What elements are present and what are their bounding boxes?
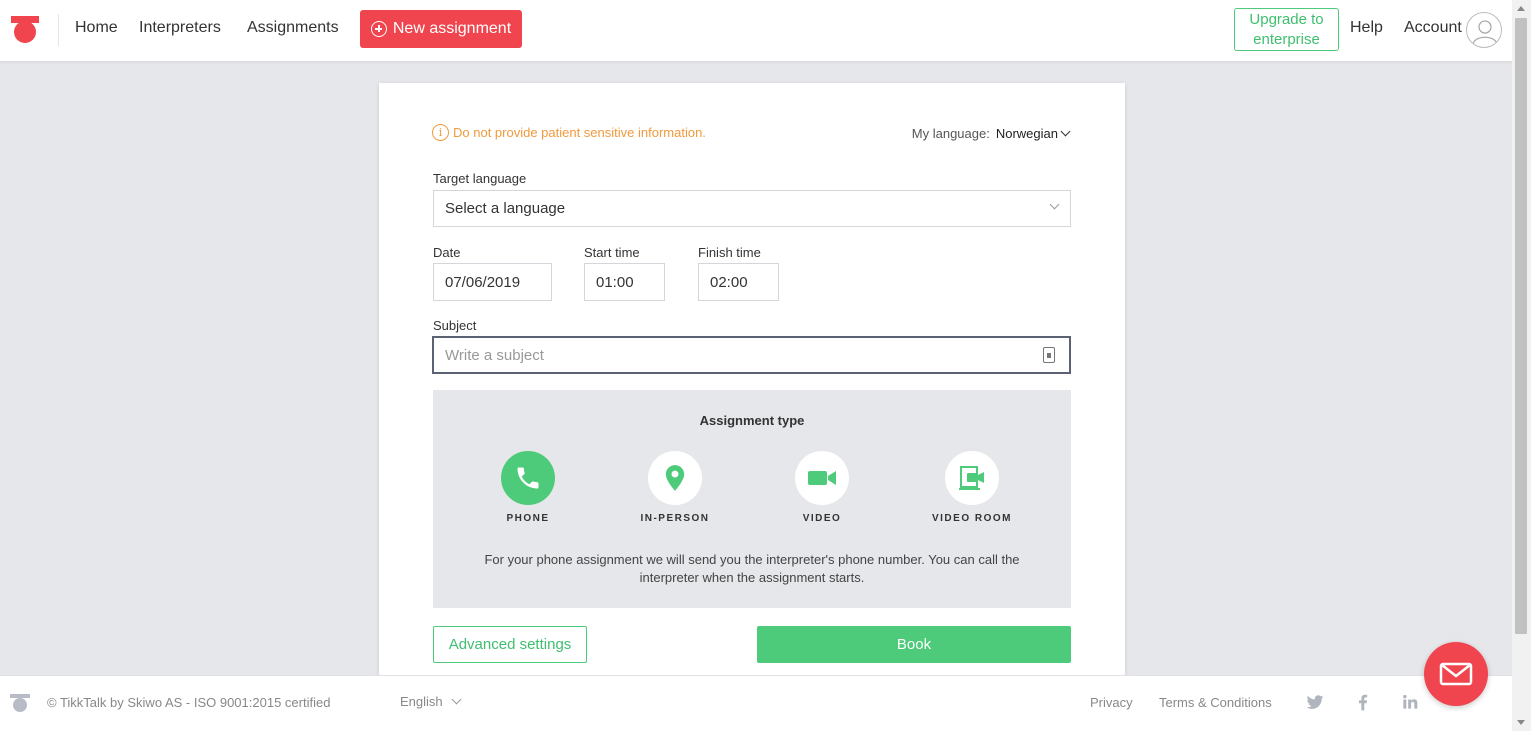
nav-assignments[interactable]: Assignments [247,19,339,37]
subject-input[interactable]: Write a subject [432,336,1071,374]
upgrade-to-enterprise-button[interactable]: Upgrade to enterprise [1234,8,1339,51]
assignment-type-panel: Assignment type PHONE IN-PERSON VIDEO VI… [433,390,1071,608]
target-language-value: Select a language [445,200,566,217]
contact-mail-button[interactable] [1424,642,1488,706]
phone-icon [501,451,555,505]
date-label: Date [433,245,461,260]
my-language-value: Norwegian [995,126,1058,141]
user-icon [1472,20,1498,45]
video-room-icon [945,451,999,505]
book-button[interactable]: Book [757,626,1071,663]
finish-time-field[interactable]: 02:00 [698,263,779,301]
footer-language-value: English [400,694,443,709]
start-time-value: 01:00 [596,273,634,291]
start-time-label: Start time [584,245,640,260]
assignment-form-card: i Do not provide patient sensitive infor… [379,83,1125,703]
description-line2: interpreter when the assignment starts. [639,570,865,585]
assignment-type-video[interactable]: VIDEO [762,451,882,524]
nav-account[interactable]: Account [1404,19,1462,37]
tikktalk-logo[interactable] [9,14,41,46]
finish-time-label: Finish time [698,245,761,260]
twitter-icon[interactable] [1305,692,1325,712]
plus-circle-icon [370,21,387,37]
assignment-type-video-room[interactable]: VIDEO ROOM [912,451,1032,524]
assignment-type-description: For your phone assignment we will send y… [453,551,1051,587]
account-avatar[interactable] [1466,12,1502,48]
subject-placeholder: Write a subject [445,346,544,364]
target-language-select[interactable]: Select a language [433,190,1071,227]
target-language-label: Target language [433,171,527,186]
footer-language-selector[interactable]: English [400,694,462,709]
footer-copyright: © TikkTalk by Skiwo AS - ISO 9001:2015 c… [47,695,331,710]
upgrade-label-line1: Upgrade to [1249,11,1324,28]
patient-info-warning: i Do not provide patient sensitive infor… [432,124,706,141]
location-pin-icon [648,451,702,505]
nav-help[interactable]: Help [1350,19,1383,37]
scroll-thumb[interactable] [1515,18,1527,634]
warning-text: Do not provide patient sensitive informa… [453,125,706,140]
new-assignment-label: New assignment [392,20,512,37]
tikktalk-footer-logo [10,694,30,712]
assignment-type-title: Assignment type [699,413,805,428]
video-room-label: VIDEO ROOM [931,513,1012,524]
assignment-type-in-person[interactable]: IN-PERSON [615,451,735,524]
chevron-down-icon [1060,126,1071,137]
subject-label: Subject [433,318,477,333]
description-line1: For your phone assignment we will send y… [484,552,1020,567]
upgrade-label-line2: enterprise [1253,31,1320,48]
clipboard-icon[interactable] [1043,347,1055,363]
video-camera-icon [795,451,849,505]
top-navigation: Home Interpreters Assignments New assign… [0,0,1512,62]
nav-divider [58,14,59,46]
scroll-up-arrow-icon[interactable] [1517,6,1525,11]
nav-interpreters[interactable]: Interpreters [139,19,221,37]
assignment-type-phone[interactable]: PHONE [468,451,588,524]
my-language-label: My language: [911,126,990,141]
scroll-down-arrow-icon[interactable] [1517,720,1525,725]
mail-icon [1439,662,1473,686]
advanced-settings-button[interactable]: Advanced settings [433,626,587,663]
page-footer: © TikkTalk by Skiwo AS - ISO 9001:2015 c… [0,675,1512,731]
chevron-down-icon [1049,199,1060,210]
info-circle-icon: i [432,124,449,141]
footer-terms-link[interactable]: Terms & Conditions [1159,695,1272,710]
new-assignment-button[interactable]: New assignment [360,10,522,48]
phone-label: PHONE [506,513,550,524]
my-language-selector: My language: Norwegian [911,126,1071,141]
page-scrollbar[interactable] [1512,0,1531,731]
my-language-dropdown[interactable]: Norwegian [995,126,1071,141]
facebook-icon[interactable] [1353,692,1373,712]
nav-home[interactable]: Home [75,19,118,37]
in-person-label: IN-PERSON [640,513,710,524]
chevron-down-icon [451,694,462,705]
video-label: VIDEO [802,513,842,524]
footer-privacy-link[interactable]: Privacy [1090,695,1133,710]
finish-time-value: 02:00 [710,273,748,291]
date-field[interactable]: 07/06/2019 [433,263,552,301]
start-time-field[interactable]: 01:00 [584,263,665,301]
date-value: 07/06/2019 [445,273,521,291]
linkedin-icon[interactable] [1400,692,1420,712]
